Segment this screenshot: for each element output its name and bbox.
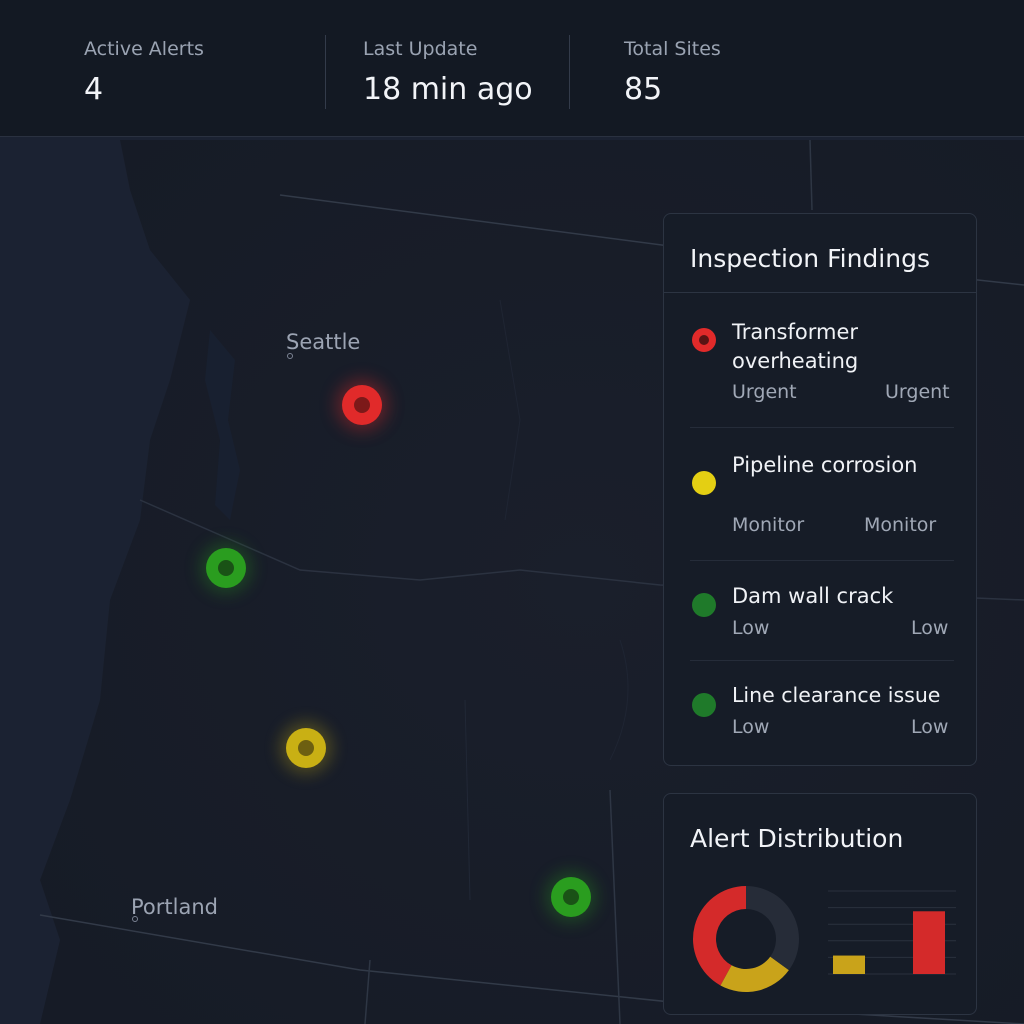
donut-slice-low xyxy=(746,886,799,971)
severity-dot-icon xyxy=(692,328,716,352)
bar-monitor xyxy=(833,955,865,974)
severity-dot-icon xyxy=(692,693,716,717)
divider xyxy=(690,660,954,661)
marker-center xyxy=(298,740,314,756)
finding-title: Dam wall crack xyxy=(732,584,894,608)
city-label-portland: Portland xyxy=(131,895,218,919)
stat-total-sites: Total Sites 85 xyxy=(624,38,721,107)
divider xyxy=(690,427,954,428)
finding-severity-right: Urgent xyxy=(885,381,950,403)
divider xyxy=(569,35,570,109)
site-marker-low[interactable] xyxy=(551,877,591,917)
marker-center xyxy=(563,889,579,905)
inspection-findings-panel: Inspection Findings Transformer overheat… xyxy=(663,213,977,766)
severity-dot-icon xyxy=(692,471,716,495)
city-label-seattle: Seattle xyxy=(286,330,361,354)
finding-title: Pipeline corrosion xyxy=(732,453,918,477)
stat-label: Last Update xyxy=(363,38,478,60)
panel-title: Inspection Findings xyxy=(690,244,930,273)
stats-header: Active Alerts 4 Last Update 18 min ago T… xyxy=(0,0,1024,137)
divider xyxy=(690,560,954,561)
divider xyxy=(325,35,326,109)
site-marker-urgent[interactable] xyxy=(342,385,382,425)
marker-center xyxy=(354,397,370,413)
marker-center xyxy=(218,560,234,576)
stat-value: 18 min ago xyxy=(363,72,533,107)
donut-chart xyxy=(693,886,799,992)
finding-severity-right: Monitor xyxy=(864,514,937,536)
bar-chart xyxy=(828,890,956,975)
stat-label: Total Sites xyxy=(624,38,721,60)
alert-distribution-chart xyxy=(693,886,956,992)
alert-distribution-panel: Alert Distribution xyxy=(663,793,977,1015)
severity-dot-icon xyxy=(692,593,716,617)
finding-severity: Monitor xyxy=(732,514,805,536)
stat-value: 85 xyxy=(624,72,663,107)
stat-value: 4 xyxy=(84,72,104,107)
divider xyxy=(664,292,976,293)
stat-label: Active Alerts xyxy=(84,38,204,60)
finding-severity-right: Low xyxy=(911,617,949,639)
finding-severity: Urgent xyxy=(732,381,797,403)
finding-severity-right: Low xyxy=(911,716,949,738)
finding-title: Transformer overheating xyxy=(732,320,859,373)
finding-severity: Low xyxy=(732,617,770,639)
site-marker-monitor[interactable] xyxy=(286,728,326,768)
bar-urgent xyxy=(913,911,945,974)
site-marker-low[interactable] xyxy=(206,548,246,588)
finding-title: Line clearance issue xyxy=(732,683,941,707)
stat-active-alerts: Active Alerts 4 xyxy=(84,38,204,107)
stat-last-update: Last Update 18 min ago xyxy=(363,38,533,107)
finding-severity: Low xyxy=(732,716,770,738)
